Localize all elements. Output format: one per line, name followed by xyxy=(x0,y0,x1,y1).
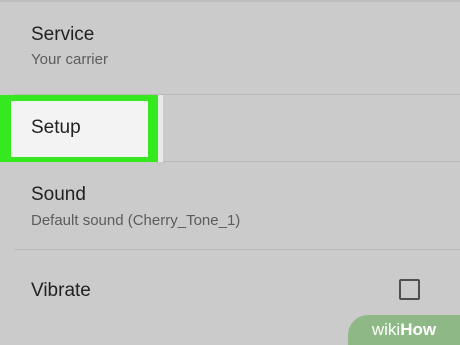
sound-title: Sound xyxy=(31,184,86,205)
setting-item-setup[interactable]: Setup xyxy=(0,95,460,162)
service-title: Service xyxy=(31,24,95,45)
settings-screen: Service Your carrier Setup Sound Default… xyxy=(0,0,460,345)
setup-edge xyxy=(158,95,163,162)
wikihow-watermark: wiki How xyxy=(348,315,460,345)
watermark-suffix: How xyxy=(400,320,437,339)
setup-title: Setup xyxy=(31,117,81,138)
vibrate-title: Vibrate xyxy=(31,280,91,301)
service-subtitle: Your carrier xyxy=(31,51,108,68)
setting-item-service[interactable]: Service Your carrier xyxy=(0,0,460,95)
sound-subtitle: Default sound (Cherry_Tone_1) xyxy=(31,212,241,229)
vibrate-checkbox[interactable] xyxy=(399,279,420,300)
watermark-prefix: wiki xyxy=(371,320,401,339)
setting-item-sound[interactable]: Sound Default sound (Cherry_Tone_1) xyxy=(0,162,460,250)
